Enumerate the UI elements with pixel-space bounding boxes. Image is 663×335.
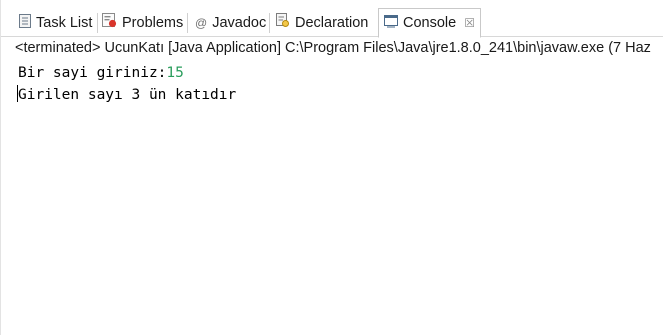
tab-problems[interactable]: Problems — [102, 8, 183, 37]
tab-declaration-label: Declaration — [295, 14, 369, 31]
tab-console[interactable]: Console ☒ — [378, 8, 481, 38]
tab-declaration[interactable]: Declaration — [276, 8, 368, 37]
text-caret — [17, 85, 18, 102]
console-result-line: Girilen sayı 3 ün katıdır — [18, 87, 237, 103]
tab-javadoc[interactable]: @ Javadoc — [195, 8, 266, 37]
console-status-line: <terminated> UcunKatı [Java Application]… — [15, 40, 651, 56]
tab-problems-label: Problems — [122, 14, 184, 31]
declaration-icon — [276, 13, 290, 32]
tab-javadoc-label: Javadoc — [212, 14, 267, 31]
view-tab-bar: Task List Problems @ Javadoc Declaration… — [1, 0, 663, 38]
console-view: Task List Problems @ Javadoc Declaration… — [0, 0, 663, 335]
tab-task-list[interactable]: Task List — [19, 8, 92, 37]
task-list-icon — [19, 13, 31, 32]
close-icon[interactable]: ☒ — [464, 16, 475, 30]
tab-separator — [187, 13, 188, 33]
console-output[interactable]: Bir sayi giriniz:15 Girilen sayı 3 ün ka… — [18, 62, 236, 106]
tab-separator — [97, 13, 98, 33]
problems-icon — [102, 13, 117, 32]
console-icon — [384, 14, 398, 32]
tab-separator — [269, 13, 270, 33]
at-sign-icon: @ — [195, 15, 208, 30]
tab-console-label: Console — [403, 15, 457, 31]
console-prompt: Bir sayi giriniz: — [18, 65, 167, 81]
tab-task-list-label: Task List — [36, 14, 93, 31]
console-user-input: 15 — [166, 65, 184, 81]
